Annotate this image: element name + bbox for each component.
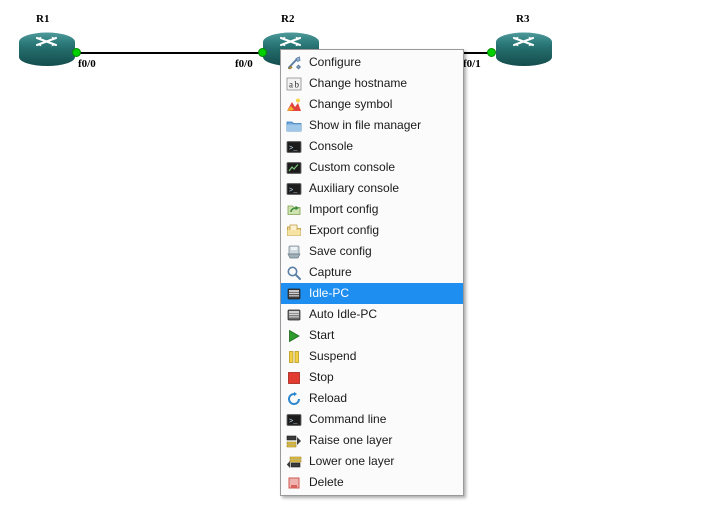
network-topology-canvas[interactable]: R1 f0/0 R2 f0/0 R3 f0/1 Configure a b Change hos… xyxy=(0,0,718,511)
menu-item-save-config[interactable]: Save config xyxy=(281,241,463,262)
auto-idle-pc-icon xyxy=(286,307,302,323)
stop-icon xyxy=(286,370,302,386)
menu-item-label: Auxiliary console xyxy=(309,181,400,195)
node-context-menu[interactable]: Configure a b Change hostname Change symbol S… xyxy=(280,49,464,496)
router-icon-r3[interactable] xyxy=(495,32,553,68)
menu-item-console[interactable]: >_ Console xyxy=(281,136,463,157)
node-label-r1: R1 xyxy=(36,13,50,25)
router-icon-r1[interactable] xyxy=(18,32,76,68)
lower-one-layer-icon xyxy=(286,454,302,470)
menu-item-label: Reload xyxy=(309,391,348,405)
menu-item-label: Idle-PC xyxy=(309,286,350,300)
import-config-icon xyxy=(286,202,302,218)
menu-item-label: Raise one layer xyxy=(309,433,393,447)
suspend-icon xyxy=(286,349,302,365)
menu-item-label: Delete xyxy=(309,475,344,489)
save-config-icon xyxy=(286,244,302,260)
menu-item-label: Export config xyxy=(309,223,380,237)
configure-icon xyxy=(286,55,302,71)
start-icon xyxy=(286,328,302,344)
idle-pc-icon xyxy=(286,286,302,302)
menu-item-label: Custom console xyxy=(309,160,396,174)
menu-item-label: Change symbol xyxy=(309,97,393,111)
menu-item-label: Auto Idle-PC xyxy=(309,307,378,321)
menu-item-show-in-file-manager[interactable]: Show in file manager xyxy=(281,115,463,136)
export-config-icon xyxy=(286,223,302,239)
svg-text:>_: >_ xyxy=(289,418,298,426)
menu-item-label: Configure xyxy=(309,55,362,69)
reload-icon xyxy=(286,391,302,407)
capture-icon xyxy=(286,265,302,281)
menu-item-label: Change hostname xyxy=(309,76,408,90)
menu-item-label: Lower one layer xyxy=(309,454,395,468)
menu-item-label: Save config xyxy=(309,244,372,258)
menu-item-lower-one-layer[interactable]: Lower one layer xyxy=(281,451,463,472)
port-status-dot-r2 xyxy=(258,48,267,57)
menu-item-start[interactable]: Start xyxy=(281,325,463,346)
svg-text:a: a xyxy=(289,79,293,89)
menu-item-label: Show in file manager xyxy=(309,118,422,132)
menu-item-auxiliary-console[interactable]: >_ Auxiliary console xyxy=(281,178,463,199)
menu-item-custom-console[interactable]: Custom console xyxy=(281,157,463,178)
port-status-dot-r1 xyxy=(72,48,81,57)
menu-item-change-hostname[interactable]: a b Change hostname xyxy=(281,73,463,94)
menu-item-label: Start xyxy=(309,328,335,342)
console-icon: >_ xyxy=(286,139,302,155)
node-label-r3: R3 xyxy=(516,13,530,25)
menu-item-label: Command line xyxy=(309,412,387,426)
menu-item-delete[interactable]: Delete xyxy=(281,472,463,493)
auxiliary-console-icon: >_ xyxy=(286,181,302,197)
menu-item-idle-pc[interactable]: Idle-PC xyxy=(281,283,463,304)
menu-item-capture[interactable]: Capture xyxy=(281,262,463,283)
menu-item-configure[interactable]: Configure xyxy=(281,52,463,73)
delete-icon xyxy=(286,475,302,491)
raise-one-layer-icon xyxy=(286,433,302,449)
link-r1-r2[interactable] xyxy=(76,52,262,54)
menu-item-label: Import config xyxy=(309,202,379,216)
menu-item-label: Suspend xyxy=(309,349,357,363)
menu-item-suspend[interactable]: Suspend xyxy=(281,346,463,367)
custom-console-icon xyxy=(286,160,302,176)
change-hostname-icon: ab xyxy=(286,76,302,92)
interface-label-r3: f0/1 xyxy=(463,58,481,70)
menu-item-command-line[interactable]: >_ Command line xyxy=(281,409,463,430)
menu-item-change-symbol[interactable]: Change symbol xyxy=(281,94,463,115)
menu-item-label: Console xyxy=(309,139,354,153)
folder-icon xyxy=(286,118,302,134)
change-symbol-icon xyxy=(286,97,302,113)
svg-text:>_: >_ xyxy=(289,187,298,195)
svg-text:>_: >_ xyxy=(289,145,298,153)
menu-item-raise-one-layer[interactable]: Raise one layer xyxy=(281,430,463,451)
menu-item-reload[interactable]: Reload xyxy=(281,388,463,409)
interface-label-r2: f0/0 xyxy=(235,58,253,70)
node-label-r2: R2 xyxy=(281,13,295,25)
menu-item-auto-idle-pc[interactable]: Auto Idle-PC xyxy=(281,304,463,325)
menu-item-stop[interactable]: Stop xyxy=(281,367,463,388)
menu-item-export-config[interactable]: Export config xyxy=(281,220,463,241)
menu-item-label: Capture xyxy=(309,265,352,279)
interface-label-r1: f0/0 xyxy=(78,58,96,70)
port-status-dot-r3 xyxy=(487,48,496,57)
command-line-icon: >_ xyxy=(286,412,302,428)
menu-item-label: Stop xyxy=(309,370,334,384)
menu-item-import-config[interactable]: Import config xyxy=(281,199,463,220)
svg-text:b: b xyxy=(295,79,300,89)
